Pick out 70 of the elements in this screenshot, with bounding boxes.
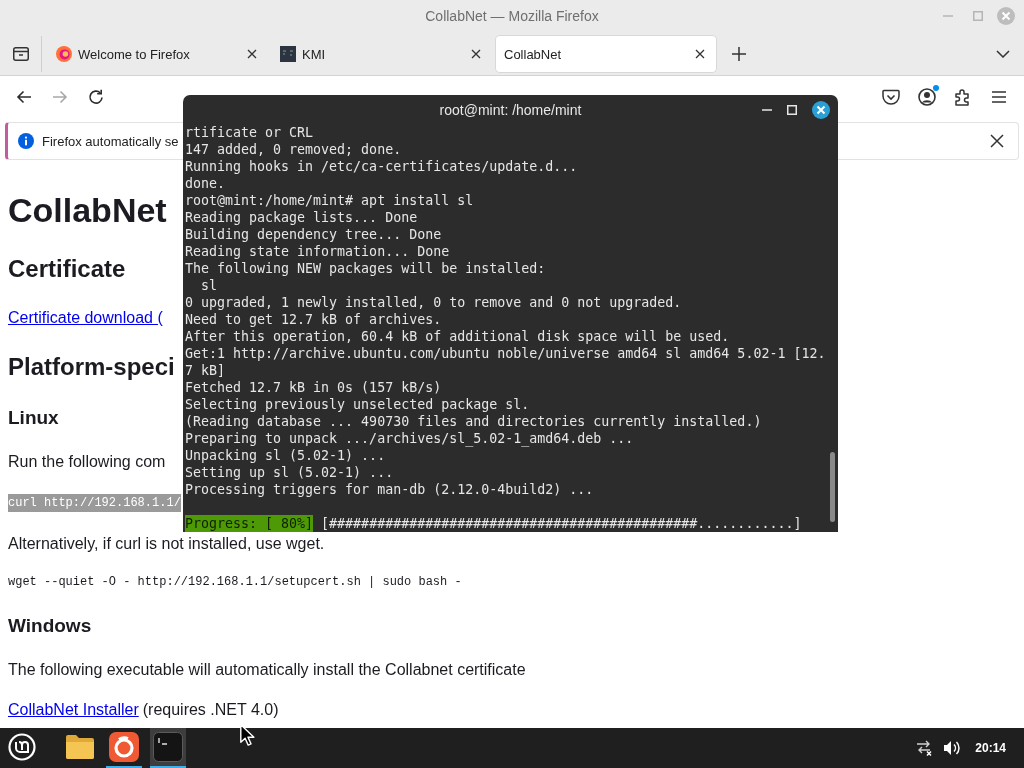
tab[interactable]: KMI bbox=[272, 36, 492, 72]
terminal-line: root@mint:/home/mint# apt install sl bbox=[185, 193, 474, 208]
code-snippet: wget --quiet -O - http://192.168.1.1/setupcert.sh | sudo bash - bbox=[8, 574, 462, 590]
tab[interactable]: Welcome to Firefox bbox=[48, 36, 268, 72]
folder-icon bbox=[65, 734, 95, 760]
menu-icon[interactable] bbox=[991, 90, 1007, 104]
reload-icon[interactable] bbox=[88, 89, 104, 105]
code-snippet: curl http://192.168.1.1/ bbox=[8, 494, 181, 512]
terminal-line: Running hooks in /etc/ca-certificates/update.d... bbox=[185, 159, 578, 174]
terminal-line: After this operation, 60.4 kB of additional disk space will be used. bbox=[185, 329, 730, 344]
clock: 20:14 bbox=[975, 741, 1006, 755]
terminal-line: sl bbox=[200, 278, 218, 293]
terminal-line: done. bbox=[185, 176, 226, 191]
account-icon[interactable] bbox=[918, 88, 936, 106]
taskbar-button[interactable] bbox=[150, 728, 186, 768]
terminal-icon bbox=[153, 732, 183, 762]
progress-bar-text: [##############################################............] bbox=[321, 515, 802, 532]
terminal-line: The following NEW packages will be installed: bbox=[185, 261, 546, 276]
download-link[interactable]: Certificate download ( bbox=[8, 308, 163, 328]
terminal-line: Preparing to unpack .../archives/sl_5.02-1_amd64.deb ... bbox=[185, 431, 634, 446]
paragraph: Alternatively, if curl is not installed, use wget. bbox=[8, 534, 325, 554]
info-icon bbox=[18, 133, 34, 149]
terminal-line: Selecting previously unselected package sl. bbox=[185, 397, 530, 412]
terminal-line: rtificate or CRL bbox=[185, 125, 314, 140]
close-icon[interactable] bbox=[990, 134, 1004, 148]
section-heading: Certificate bbox=[8, 254, 126, 284]
paragraph: The following executable will automatically install the Collabnet certificate bbox=[8, 660, 526, 680]
close-icon[interactable] bbox=[471, 49, 481, 59]
paragraph-text: (requires .NET 4.0) bbox=[142, 700, 279, 720]
volume-icon[interactable] bbox=[943, 740, 962, 756]
dark-square-icon bbox=[280, 46, 296, 62]
paragraph: Run the following com bbox=[8, 452, 166, 472]
firefox-logo-icon bbox=[109, 732, 139, 762]
chevron-down-icon[interactable] bbox=[996, 50, 1010, 58]
subsection-heading: Linux bbox=[8, 406, 59, 430]
terminal-line: Reading package lists... Done bbox=[185, 210, 418, 225]
firefox-logo-icon bbox=[56, 46, 72, 62]
close-icon[interactable] bbox=[812, 100, 830, 119]
subsection-heading: Windows bbox=[8, 614, 92, 638]
scrollbar-thumb[interactable] bbox=[829, 452, 835, 522]
window-title: CollabNet — Mozilla Firefox bbox=[425, 7, 599, 25]
terminal-line: Reading state information... Done bbox=[185, 244, 450, 259]
progress-label: Progress: [ 80%] bbox=[185, 515, 314, 532]
terminal-line: 147 added, 0 removed; done. bbox=[185, 142, 402, 157]
tab[interactable]: CollabNet bbox=[496, 36, 716, 72]
pocket-icon[interactable] bbox=[882, 89, 900, 105]
back-arrow-icon[interactable] bbox=[16, 90, 32, 104]
mint-logo-icon bbox=[8, 733, 36, 761]
terminal-line: (Reading database ... 490730 files and directories currently installed.) bbox=[185, 414, 762, 429]
notification-text: Firefox automatically se bbox=[42, 133, 179, 149]
mouse-pointer-icon bbox=[240, 724, 255, 746]
tab-list-icon[interactable] bbox=[12, 47, 29, 61]
section-heading: Platform-speci bbox=[8, 352, 175, 382]
terminal-line: Processing triggers for man-db (2.12.0-4build2) ... bbox=[185, 482, 594, 497]
terminal-line: 0 upgraded, 1 newly installed, 0 to remove and 0 not upgraded. bbox=[185, 295, 682, 310]
terminal-line: 7 kB] bbox=[185, 363, 226, 378]
terminal-line: Setting up sl (5.02-1) ... bbox=[185, 465, 394, 480]
page-heading: CollabNet bbox=[8, 190, 167, 230]
close-icon[interactable] bbox=[695, 49, 705, 59]
terminal-line: Building dependency tree... Done bbox=[185, 227, 442, 242]
terminal-line: Need to get 12.7 kB of archives. bbox=[185, 312, 442, 327]
installer-link[interactable]: CollabNet Installer bbox=[8, 700, 139, 720]
new-tab-icon[interactable] bbox=[732, 47, 746, 61]
network-disconnected-icon[interactable] bbox=[915, 740, 934, 756]
terminal-line: Get:1 http://archive.ubuntu.com/ubuntu noble/universe amd64 sl amd64 5.02-1 [12. bbox=[185, 346, 826, 361]
terminal-title: root@mint: /home/mint bbox=[439, 100, 582, 119]
close-icon[interactable] bbox=[247, 49, 257, 59]
terminal-line: Fetched 12.7 kB in 0s (157 kB/s) bbox=[185, 380, 442, 395]
terminal-line: Unpacking sl (5.02-1) ... bbox=[185, 448, 386, 463]
puzzle-piece-icon[interactable] bbox=[954, 88, 972, 106]
